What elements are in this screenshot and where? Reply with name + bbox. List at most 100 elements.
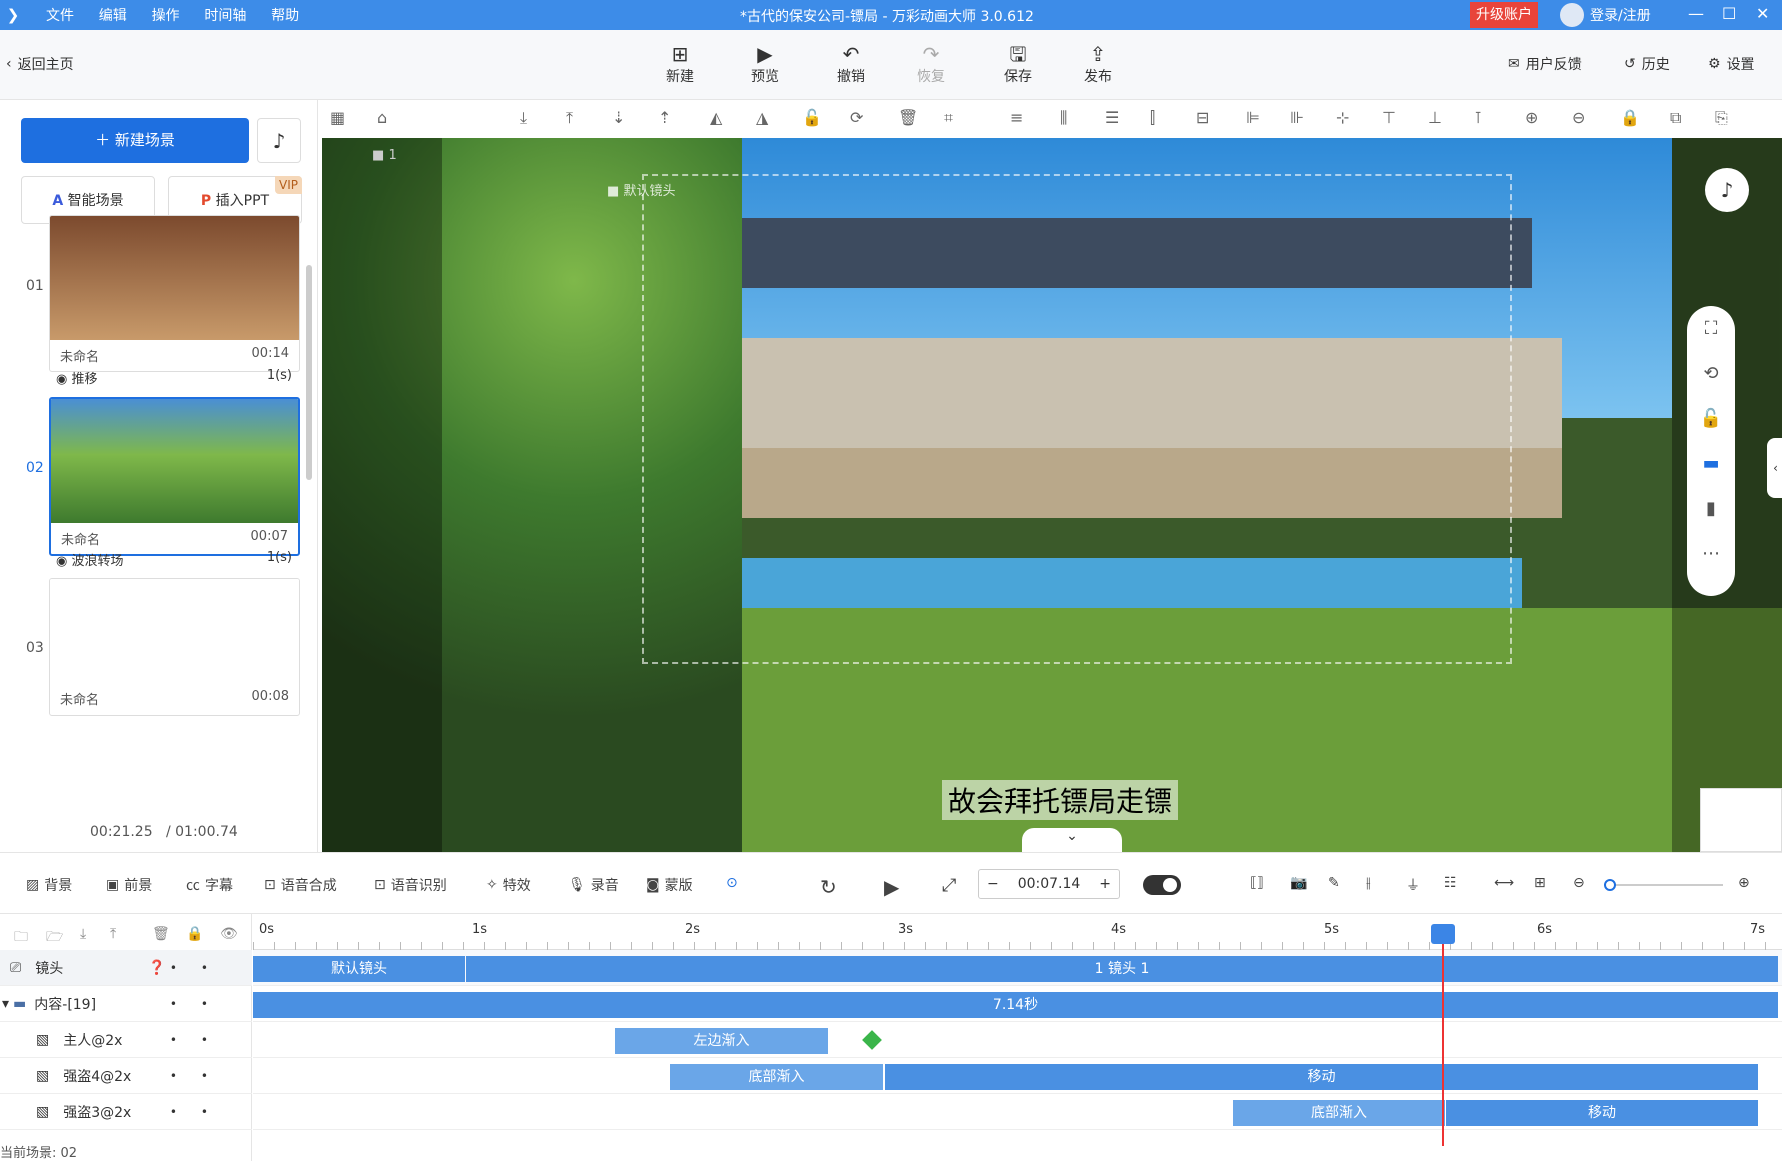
undo-button[interactable]: ↶ 撤销 — [826, 42, 876, 86]
background-button[interactable]: ▨ 背景 — [26, 875, 72, 895]
close-icon[interactable]: ✕ — [1756, 4, 1769, 23]
padlock-icon[interactable]: 🔒 — [1620, 108, 1640, 127]
clip-bandit3-move[interactable]: 移动 — [1446, 1100, 1758, 1126]
timeline-zoom-in[interactable]: ⊕ — [1738, 875, 1750, 891]
menu-edit[interactable]: 编辑 — [99, 8, 127, 24]
panel-collapse-arrow[interactable]: ‹ — [1767, 438, 1782, 498]
new-folder-icon[interactable]: 🗁 — [46, 926, 63, 950]
upgrade-button[interactable]: 升级账户 — [1470, 2, 1538, 28]
new-button[interactable]: ⊞ 新建 — [655, 42, 705, 86]
add-folder-icon[interactable]: 🗀 — [14, 926, 28, 950]
layer-row-host[interactable]: ▧ 主人@2x •• — [0, 1022, 252, 1058]
play-button[interactable]: ▶ — [884, 875, 899, 899]
distribute-icon[interactable]: ⫼ — [1060, 108, 1067, 128]
mask-button[interactable]: ◙ 蒙版 — [646, 875, 693, 895]
history-button[interactable]: ↺ 历史 — [1624, 54, 1670, 74]
fit-screen-icon[interactable]: ⛶ — [1687, 306, 1735, 351]
clip-host-in[interactable]: 左边渐入 — [615, 1028, 828, 1054]
layer-row-camera[interactable]: ⎚ 镜头 ❓ •• — [0, 950, 252, 986]
timeline-zoom-track[interactable] — [1608, 884, 1723, 886]
layer-toggles[interactable]: •• — [170, 1069, 232, 1083]
menu-timeline[interactable]: 时间轴 — [204, 8, 246, 24]
align-middle-icon[interactable]: ☰ — [1105, 108, 1119, 127]
back-home-button[interactable]: ‹ 返回主页 — [6, 54, 74, 74]
menu-operate[interactable]: 操作 — [152, 8, 180, 24]
unlock-icon[interactable]: 🔓 — [1687, 396, 1735, 441]
flip-icon[interactable]: ◭ — [710, 108, 722, 127]
clip-default-camera[interactable]: 默认镜头 — [253, 956, 465, 982]
help-icon[interactable]: ❓ — [148, 960, 165, 976]
layer-toggles[interactable]: •• — [170, 961, 232, 975]
center-v-icon[interactable]: ⊺ — [1474, 108, 1482, 127]
trash-icon[interactable]: 🗑 — [152, 926, 170, 942]
camera-frame[interactable] — [642, 174, 1512, 664]
stage[interactable]: ■ 1 ■ 默认镜头 故会拜托镖局走镖 ♪ ⛶ ⟲ 🔓 ▬ ▮ ⋯ ‹ ⌄ — [322, 138, 1782, 852]
mini-thumbnail[interactable] — [1700, 788, 1782, 852]
eye-icon[interactable]: 👁 — [220, 926, 238, 942]
music-button[interactable]: ♪ — [257, 118, 301, 163]
timeline-zoom-out[interactable]: ⊖ — [1573, 875, 1585, 891]
new-scene-button[interactable]: ＋ 新建场景 — [21, 118, 249, 163]
move-down-icon[interactable]: ⤓ — [80, 926, 86, 942]
mirror-icon[interactable]: ◮ — [756, 108, 768, 127]
foreground-button[interactable]: ▣ 前景 — [106, 875, 152, 895]
top-edge-icon[interactable]: ⊤ — [1382, 108, 1396, 127]
layer-toggles[interactable]: •• — [170, 1105, 232, 1119]
rotate-icon[interactable]: ⟳ — [850, 108, 863, 127]
align-center-icon[interactable]: ≡ — [1010, 108, 1023, 127]
grid-icon[interactable]: ▦ — [330, 108, 345, 127]
timeline-zoom-handle[interactable] — [1604, 879, 1616, 891]
login-button[interactable]: 登录/注册 — [1560, 3, 1651, 27]
transition-item[interactable]: ◉ 波浪转场 1(s) — [56, 550, 292, 569]
more-fx-button[interactable]: ⊙ — [726, 875, 738, 891]
layer-row-bandit3[interactable]: ▧ 强盗3@2x •• — [0, 1094, 252, 1130]
effects-button[interactable]: ✧ 特效 — [486, 875, 531, 895]
clip-bandit3-in[interactable]: 底部渐入 — [1233, 1100, 1445, 1126]
save-button[interactable]: 🖫 保存 — [993, 42, 1043, 86]
subtitle-button[interactable]: ㏄字幕 — [186, 875, 233, 895]
vip-tool-button[interactable]: ⟦⟧ — [1250, 875, 1264, 891]
align-left-icon[interactable]: ⊫ — [1246, 108, 1260, 127]
lock-icon[interactable]: 🔒 — [186, 926, 203, 942]
bottom-edge-icon[interactable]: ⊥ — [1428, 108, 1442, 127]
table-icon[interactable]: ⊟ — [1196, 108, 1209, 127]
replay-button[interactable]: ↻ — [820, 875, 837, 899]
filter-button[interactable]: ⏚ — [1406, 875, 1420, 895]
time-stepper[interactable]: − 00:07.14 + — [978, 869, 1120, 899]
layer-row-content[interactable]: ▾ ▬ 内容-[19] •• — [0, 986, 252, 1022]
split-button[interactable]: ⫲ — [1366, 875, 1371, 891]
move-up-icon[interactable]: ⇡ — [658, 108, 671, 127]
center-h-icon[interactable]: ⊹ — [1336, 108, 1349, 127]
minus-icon[interactable]: − — [987, 876, 999, 892]
feedback-button[interactable]: ✉ 用户反馈 — [1508, 54, 1582, 74]
layer-toggles[interactable]: •• — [170, 1033, 232, 1047]
asr-button[interactable]: ⊡ 语音识别 — [374, 875, 447, 895]
music-fab[interactable]: ♪ — [1705, 168, 1749, 212]
clip-bandit4-in[interactable]: 底部渐入 — [670, 1064, 883, 1090]
align-top-icon[interactable]: ⤒ — [566, 108, 573, 128]
screenshot-button[interactable]: 📷 — [1290, 875, 1307, 891]
keyframe-marker[interactable] — [862, 1030, 882, 1050]
maximize-icon[interactable]: ☐ — [1722, 4, 1736, 23]
edit-button[interactable]: ✎ — [1328, 875, 1340, 891]
crop-icon[interactable]: ⌗ — [944, 108, 953, 128]
ratio-button[interactable]: ⊞ — [1534, 875, 1546, 891]
preview-button[interactable]: ▶ 预览 — [740, 42, 790, 86]
copy-icon[interactable]: ⧉ — [1670, 108, 1681, 128]
playhead[interactable] — [1442, 926, 1444, 1146]
fit-width-button[interactable]: ⟷ — [1494, 875, 1514, 891]
desktop-icon[interactable]: ▬ — [1687, 441, 1735, 486]
zoom-out-icon[interactable]: ⊖ — [1572, 108, 1585, 127]
zoom-in-icon[interactable]: ⊕ — [1525, 108, 1538, 127]
settings-button[interactable]: ⚙ 设置 — [1708, 54, 1755, 74]
more-icon[interactable]: ⋯ — [1687, 531, 1735, 576]
clip-bandit4-move[interactable]: 移动 — [885, 1064, 1758, 1090]
collapse-tab[interactable]: ⌄ — [1022, 828, 1122, 852]
tts-button[interactable]: ⊡ 语音合成 — [264, 875, 337, 895]
redo-button[interactable]: ↷ 恢复 — [906, 42, 956, 86]
lock-icon[interactable]: 🔓 — [802, 108, 822, 127]
spacing-icon[interactable]: ⫿ — [1150, 108, 1155, 128]
layer-toggles[interactable]: •• — [170, 997, 232, 1011]
playhead-handle[interactable] — [1431, 924, 1455, 944]
subtitle-text[interactable]: 故会拜托镖局走镖 — [942, 780, 1179, 820]
